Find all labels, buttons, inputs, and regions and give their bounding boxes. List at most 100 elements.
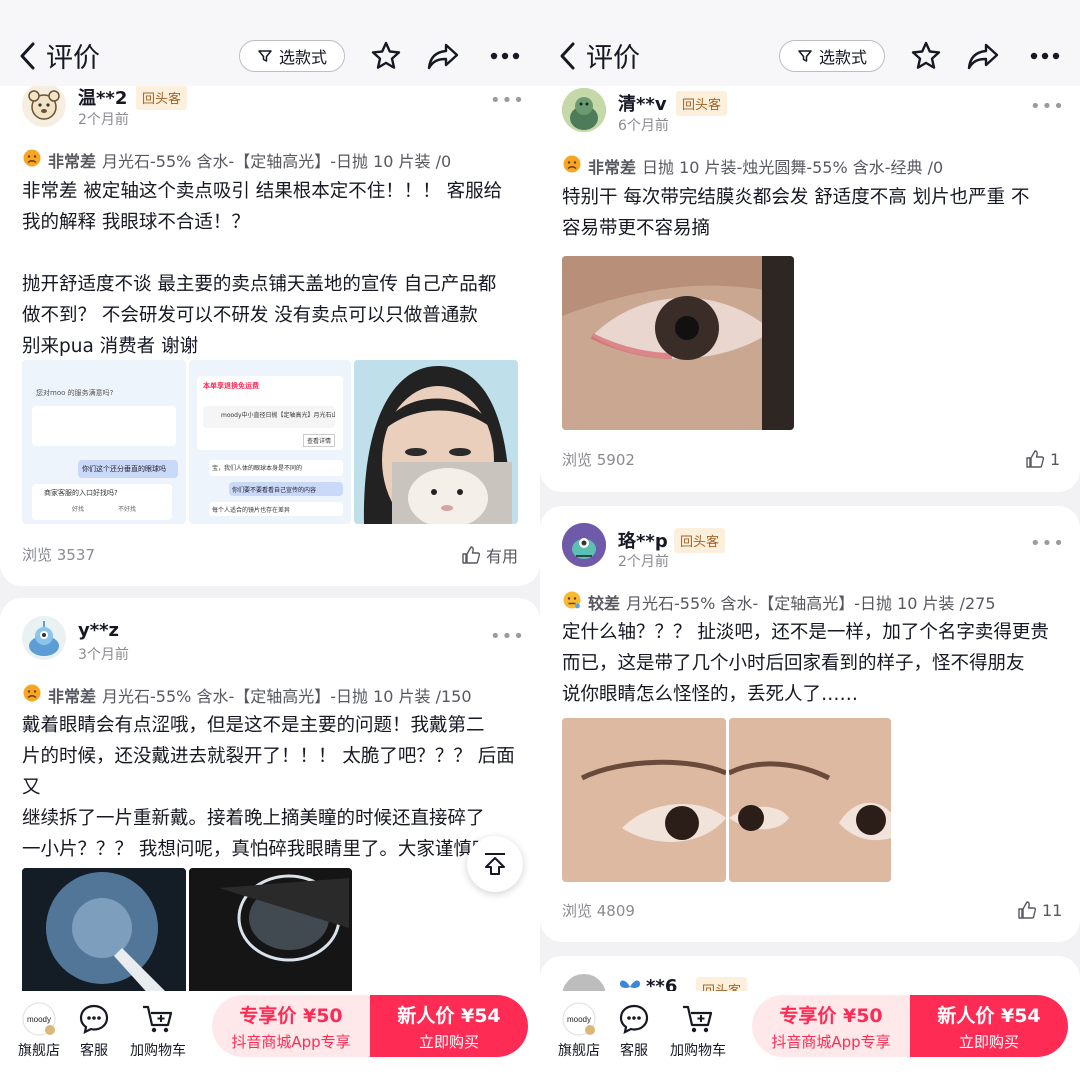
buy-now-label: 立即购买 [418, 1032, 479, 1051]
username[interactable]: 珞**p [618, 527, 668, 553]
chat-bubble: 宝，我们人体的眼球本身是不同的 [209, 460, 343, 476]
funnel-icon [798, 50, 812, 62]
survey-box [32, 406, 176, 446]
helpful-label: 有用 [486, 547, 519, 566]
exclusive-price-note: 抖音商城App专享 [231, 1032, 351, 1051]
funnel-icon [258, 50, 272, 62]
review-photo[interactable] [354, 360, 518, 524]
back-button[interactable]: 评价 [18, 36, 100, 75]
review-time: 2个月前 [78, 112, 129, 128]
review-photo[interactable] [189, 868, 352, 998]
right-screen: 评价 选款式 清**v 回头客 6个月前 ••• 非常差 日抛 10 片装-烛光… [540, 0, 1080, 1089]
card-more-button[interactable]: ••• [490, 626, 525, 647]
favorite-button[interactable] [908, 38, 944, 74]
exclusive-price-button[interactable]: 专享价 ¥50 抖音商城App专享 [212, 995, 370, 1057]
review-photo[interactable] [562, 256, 794, 430]
returning-customer-tag: 回头客 [674, 528, 726, 553]
review-time: 3个月前 [78, 647, 129, 663]
add-to-cart-button[interactable]: 加购物车 [122, 1001, 194, 1060]
rating-label: 非常差 [48, 152, 97, 171]
review-photo[interactable] [22, 868, 186, 998]
avatar[interactable] [22, 616, 66, 660]
review-photo[interactable] [562, 718, 726, 882]
share-button[interactable] [425, 38, 461, 74]
store-logo-icon: moody [21, 1001, 57, 1037]
sku-label: 月光石-55% 含水-【定轴高光】-日抛 10 片装 /150 [102, 687, 472, 706]
neutral-face-icon [562, 590, 582, 614]
bear-avatar-icon [28, 90, 60, 120]
chat-option: 好找 [72, 506, 85, 513]
more-button[interactable] [487, 38, 523, 74]
sku-label: 日抛 10 片装-烛光圆舞-55% 含水-经典 /0 [642, 158, 944, 177]
style-filter-button[interactable]: 选款式 [239, 40, 345, 72]
customer-service-button[interactable]: 客服 [599, 1001, 669, 1060]
username[interactable]: 温**2 [78, 84, 127, 110]
buy-now-label: 立即购买 [958, 1032, 1019, 1051]
alien-avatar-icon [562, 523, 606, 567]
cart-icon [140, 1001, 176, 1037]
avatar[interactable] [22, 83, 66, 127]
review-photo[interactable]: 您对moo 的服务满意吗? 你们这个还分垂直的眼球吗 商家客服的入口好找吗? 好… [22, 360, 186, 524]
add-to-cart-button[interactable]: 加购物车 [662, 1001, 734, 1060]
cart-icon [680, 1001, 716, 1037]
chat-icon [76, 1001, 112, 1037]
back-arrow-icon [560, 42, 575, 69]
card-more-button[interactable]: ••• [1030, 533, 1065, 554]
username[interactable]: 清**v [618, 90, 667, 116]
more-dots-icon [1030, 52, 1060, 60]
review-card: 珞**p 回头客 2个月前 ••• 较差 月光石-55% 含水-【定轴高光】-日… [540, 506, 1080, 942]
favorite-button[interactable] [368, 38, 404, 74]
monster-avatar-icon [29, 621, 59, 656]
add-to-cart-label: 加购物车 [670, 1043, 726, 1059]
eye-photo-icon [562, 718, 726, 882]
avatar[interactable] [562, 88, 606, 132]
like-button[interactable]: 1 [1025, 449, 1060, 469]
like-count: 11 [1042, 900, 1063, 920]
scroll-to-top-button[interactable] [467, 836, 523, 892]
exclusive-price-button[interactable]: 专享价 ¥50 抖音商城App专享 [752, 995, 910, 1057]
helpful-button[interactable]: 有用 [461, 543, 518, 567]
card-more-button[interactable]: ••• [1030, 96, 1065, 117]
review-photo[interactable]: 本单享退换免运费 moody中小直径日抛【定轴高光】月光石山... 查看详情 宝… [189, 360, 351, 524]
review-text: 特别干 每次带完结膜炎都会发 舒适度不高 划片也严重 不 容易带更不容易摘 [562, 187, 1030, 239]
chat-option: 查看详情 [302, 434, 335, 447]
like-button[interactable]: 11 [1017, 900, 1062, 920]
store-label: 旗舰店 [18, 1043, 60, 1059]
buy-now-button[interactable]: 新人价 ¥54 立即购买 [370, 995, 528, 1057]
chat-screenshot-text: moody中小直径日抛【定轴高光】月光石山... [203, 406, 335, 428]
style-filter-button[interactable]: 选款式 [779, 40, 885, 72]
eye-photo-icon [729, 718, 891, 882]
back-button[interactable]: 评价 [558, 36, 640, 75]
sad-face-icon [562, 154, 582, 178]
returning-customer-tag: 回头客 [136, 85, 188, 110]
customer-service-button[interactable]: 客服 [59, 1001, 129, 1060]
style-filter-label: 选款式 [818, 48, 867, 67]
exclusive-price-note: 抖音商城App专享 [771, 1032, 891, 1051]
rating-row: 非常差 月光石-55% 含水-【定轴高光】-日抛 10 片装 /0 [22, 148, 451, 172]
red-eye-photo-icon [562, 256, 794, 430]
bottom-bar: moody 旗舰店 客服 加购物车 专享价 ¥50 抖音商城App专享 新人价 … [540, 991, 1080, 1089]
card-more-button[interactable]: ••• [490, 90, 525, 111]
customer-service-label: 客服 [80, 1043, 108, 1059]
avatar[interactable] [562, 523, 606, 567]
share-button[interactable] [965, 38, 1001, 74]
bottom-bar: moody 旗舰店 客服 加购物车 专享价 ¥50 抖音商城App专享 新人价 … [0, 991, 540, 1089]
thumbs-up-icon [1018, 901, 1037, 919]
store-label: 旗舰店 [558, 1043, 600, 1059]
chat-screenshot-text: 商家客服的入口好找吗? [44, 489, 118, 497]
view-count: 浏览 3537 [22, 546, 95, 564]
exclusive-price: 专享价 ¥50 [779, 1004, 883, 1027]
chat-screenshot-text: 本单享退换免运费 [203, 382, 259, 390]
contact-lens-photo-icon [22, 868, 186, 998]
chat-bubble: 每个人适合的镜片也存在差异 [209, 502, 343, 516]
sad-face-icon [22, 683, 42, 707]
review-photo[interactable] [729, 718, 891, 882]
view-count: 浏览 4809 [562, 902, 635, 920]
buy-now-button[interactable]: 新人价 ¥54 立即购买 [910, 995, 1068, 1057]
share-icon [967, 43, 999, 70]
more-button[interactable] [1027, 38, 1063, 74]
username[interactable]: y**z [78, 620, 119, 641]
arrow-up-icon [485, 853, 505, 875]
page-title: 评价 [46, 43, 100, 74]
sku-label: 月光石-55% 含水-【定轴高光】-日抛 10 片装 /275 [626, 594, 996, 613]
